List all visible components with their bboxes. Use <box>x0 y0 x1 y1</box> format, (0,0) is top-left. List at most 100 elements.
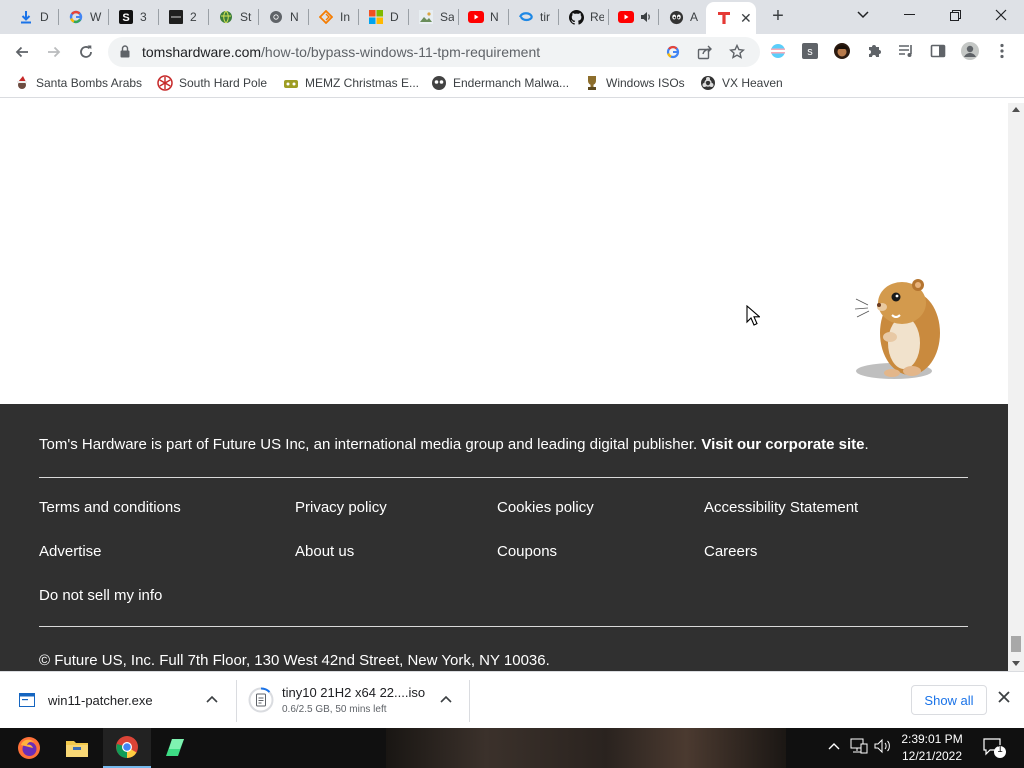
privacy-link[interactable]: Privacy policy <box>295 499 387 516</box>
windows-taskbar: 2:39:01 PM 12/21/2022 1 <box>0 728 1024 768</box>
extension-s-icon[interactable]: s <box>801 42 819 60</box>
page-scrollbar[interactable] <box>1008 103 1024 671</box>
tab-in[interactable]: In <box>308 3 356 31</box>
taskbar-app-green[interactable] <box>151 728 199 768</box>
restore-icon <box>949 9 961 21</box>
tab-toms-hardware[interactable]: ✕ <box>706 2 756 34</box>
bookmark-memz-christmas[interactable]: MEMZ Christmas E... <box>283 75 419 91</box>
tab-google[interactable]: W <box>58 3 106 31</box>
side-panel-icon[interactable] <box>929 42 947 60</box>
reload-button[interactable] <box>72 38 100 66</box>
toms-hardware-icon <box>716 10 732 26</box>
folder-icon <box>66 741 88 757</box>
tab-youtube-audio[interactable] <box>608 3 656 31</box>
chevron-up-icon[interactable] <box>206 692 218 706</box>
youtube-icon <box>618 9 634 25</box>
profile-avatar-icon[interactable] <box>961 42 979 60</box>
bookmark-windows-isos[interactable]: Windows ISOs <box>584 75 685 91</box>
image-icon <box>418 9 434 25</box>
tab-s[interactable]: S 3 <box>108 3 156 31</box>
web-page: Tom's Hardware is part of Future US Inc,… <box>0 103 1008 671</box>
github-icon <box>568 9 584 25</box>
svg-text:s: s <box>807 46 813 58</box>
tab-downloads[interactable]: D <box>8 3 56 31</box>
iso-progress-icon <box>248 687 274 713</box>
blue-swirl-icon <box>518 9 534 25</box>
scroll-down-icon[interactable] <box>1012 661 1020 666</box>
do-not-sell-link[interactable]: Do not sell my info <box>39 587 162 604</box>
microsoft-icon <box>368 9 384 25</box>
chrome-icon <box>268 9 284 25</box>
minimize-button[interactable] <box>886 0 932 30</box>
tab-tir[interactable]: tir <box>508 3 556 31</box>
tab-sa[interactable]: Sa <box>408 3 456 31</box>
bookmark-south-hard-pole[interactable]: South Hard Pole <box>157 75 267 91</box>
download-item[interactable]: tiny10 21H2 x64 22....iso 0.6/2.5 GB, 50… <box>248 672 468 728</box>
tab-youtube[interactable]: N <box>458 3 506 31</box>
snowflake-icon <box>157 75 173 91</box>
taskbar-file-explorer[interactable] <box>53 728 101 768</box>
tab-n[interactable]: N <box>258 3 306 31</box>
lock-icon[interactable] <box>120 45 130 61</box>
forward-arrow-icon <box>48 46 61 58</box>
action-center-button[interactable]: 1 <box>982 737 1010 762</box>
cookies-link[interactable]: Cookies policy <box>497 499 594 516</box>
tab-2[interactable]: 2 <box>158 3 206 31</box>
address-bar[interactable]: tomshardware.com/how-to/bypass-windows-1… <box>108 37 760 67</box>
tab-microsoft[interactable]: D <box>358 3 406 31</box>
download-icon <box>18 9 34 25</box>
coupons-link[interactable]: Coupons <box>497 543 557 560</box>
minimize-icon <box>903 14 915 15</box>
alien-icon <box>668 9 684 25</box>
taskbar-chrome[interactable] <box>103 728 151 768</box>
terms-link[interactable]: Terms and conditions <box>39 499 181 516</box>
close-icon <box>995 9 1007 21</box>
chevron-down-icon <box>857 11 869 19</box>
speaker-icon <box>638 9 654 25</box>
about-link[interactable]: About us <box>295 543 354 560</box>
network-icon[interactable] <box>850 738 868 757</box>
show-all-button[interactable]: Show all <box>911 685 987 715</box>
google-lens-icon[interactable] <box>664 43 682 61</box>
share-icon[interactable] <box>696 43 714 61</box>
tab-search-button[interactable] <box>840 0 886 30</box>
advertise-link[interactable]: Advertise <box>39 543 102 560</box>
scroll-up-icon[interactable] <box>1012 107 1020 112</box>
back-arrow-icon <box>15 46 28 58</box>
scroll-thumb[interactable] <box>1011 636 1021 652</box>
chevron-up-icon[interactable] <box>440 692 452 706</box>
tab-strip: D W S 3 2 St N In D Sa N tir Re A ✕ + <box>0 0 1024 34</box>
show-hidden-icons-button[interactable] <box>828 738 840 753</box>
bookmark-santa-bombs-arabs[interactable]: Santa Bombs Arabs <box>14 75 142 91</box>
careers-link[interactable]: Careers <box>704 543 757 560</box>
youtube-icon <box>468 9 484 25</box>
google-icon <box>68 9 84 25</box>
new-tab-button[interactable]: + <box>766 5 790 29</box>
bookmark-endermanch-malware[interactable]: Endermanch Malwa... <box>431 75 569 91</box>
extensions-puzzle-icon[interactable] <box>865 42 883 60</box>
extension-flag-icon[interactable] <box>769 42 787 60</box>
footer-divider <box>39 626 968 627</box>
close-window-button[interactable] <box>978 0 1024 30</box>
tab-st[interactable]: St <box>208 3 256 31</box>
forward-button[interactable] <box>40 38 68 66</box>
back-button[interactable] <box>8 38 36 66</box>
copyright-text: © Future US, Inc. Full 7th Floor, 130 We… <box>39 652 550 669</box>
browser-menu-icon[interactable] <box>993 42 1011 60</box>
bookmark-vx-heaven[interactable]: VX Heaven <box>700 75 783 91</box>
extension-avatar-icon[interactable] <box>833 42 851 60</box>
trophy-icon <box>584 75 600 91</box>
media-control-icon[interactable] <box>897 42 915 60</box>
download-item[interactable]: win11-patcher.exe <box>18 672 236 728</box>
bookmark-star-icon[interactable] <box>728 43 746 61</box>
accessibility-link[interactable]: Accessibility Statement <box>704 499 858 516</box>
tab-a[interactable]: A <box>658 3 706 31</box>
close-shelf-icon[interactable] <box>998 690 1010 708</box>
restore-button[interactable] <box>932 0 978 30</box>
tab-github[interactable]: Re <box>558 3 606 31</box>
corporate-site-link[interactable]: Visit our corporate site <box>701 436 864 453</box>
taskbar-firefox[interactable] <box>5 728 53 768</box>
taskbar-clock[interactable]: 2:39:01 PM 12/21/2022 <box>890 731 974 765</box>
url-text[interactable]: tomshardware.com/how-to/bypass-windows-1… <box>142 44 540 60</box>
close-tab-icon[interactable]: ✕ <box>740 10 752 27</box>
